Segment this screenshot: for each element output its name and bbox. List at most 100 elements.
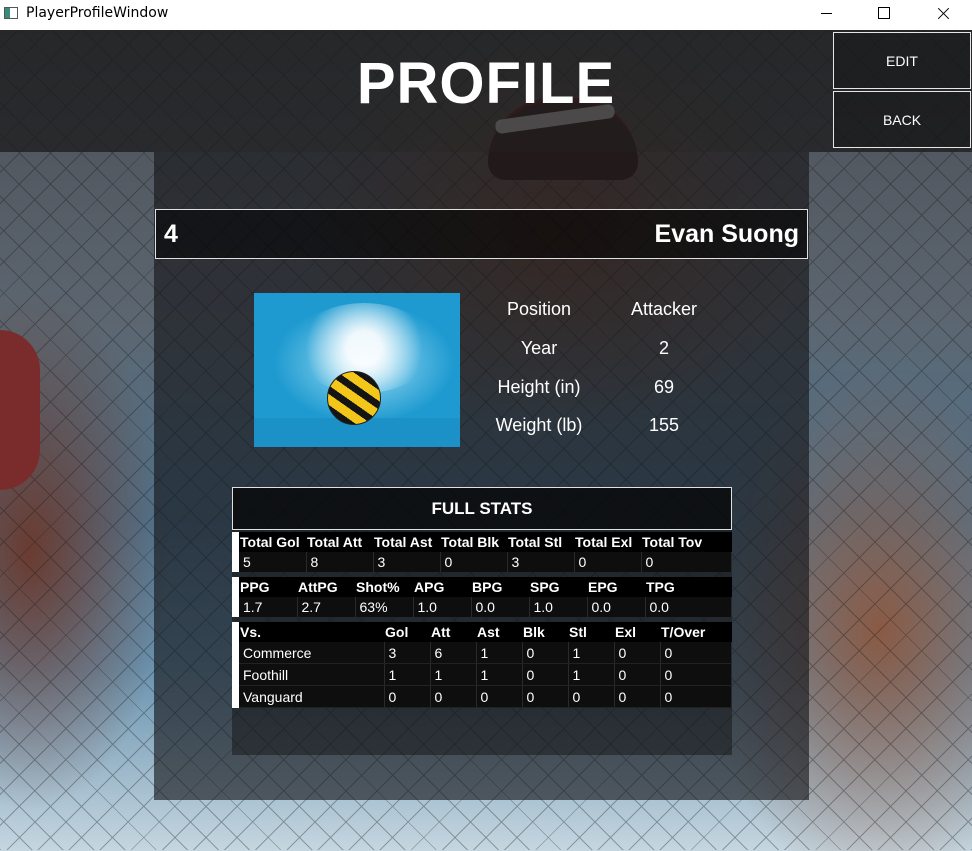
weight-label: Weight (lb) [495, 415, 583, 435]
edit-button[interactable]: EDIT [833, 32, 971, 89]
position-label: Position [506, 299, 572, 319]
column-header: Total Exl [574, 532, 641, 552]
table-cell[interactable]: 8 [306, 552, 374, 572]
column-header: Att [430, 622, 476, 642]
height-value: 69 [653, 377, 675, 397]
position-value: Attacker [630, 299, 698, 319]
table-cell[interactable]: 0 [430, 685, 477, 708]
table-cell[interactable]: 0 [614, 642, 661, 664]
table-cell[interactable]: 3 [507, 552, 575, 572]
column-header: TPG [645, 577, 732, 597]
table-cell[interactable]: 0 [660, 663, 732, 686]
table-cell[interactable]: 3 [373, 552, 441, 572]
table-cell[interactable]: 0.0 [645, 597, 732, 617]
maximize-icon[interactable] [855, 0, 913, 30]
column-header: Blk [522, 622, 568, 642]
table-cell[interactable]: 1 [430, 663, 477, 686]
table-cell[interactable]: 2.7 [297, 597, 356, 617]
versus-header-row: Vs. Gol Att Ast Blk Stl Exl T/Over [232, 622, 732, 642]
player-name-bar: 4 Evan Suong [155, 209, 808, 259]
full-stats-header: FULL STATS [232, 487, 732, 530]
column-header: Total Tov [641, 532, 732, 552]
table-cell[interactable]: 0 [614, 663, 661, 686]
averages-header-row: PPG AttPG Shot% APG BPG SPG EPG TPG [232, 577, 732, 617]
averages-table: PPG AttPG Shot% APG BPG SPG EPG TPG 1.7 … [232, 577, 732, 617]
column-header: Total Ast [373, 532, 440, 552]
opponent-name[interactable]: Commerce [239, 642, 385, 664]
table-row[interactable]: Commerce 3 6 1 0 1 0 0 [232, 642, 732, 664]
table-cell[interactable]: 1 [476, 663, 523, 686]
back-button[interactable]: BACK [833, 91, 971, 148]
table-cell[interactable]: 0.0 [471, 597, 530, 617]
table-row[interactable]: 1.7 2.7 63% 1.0 0.0 1.0 0.0 0.0 [232, 597, 732, 617]
height-label: Height (in) [497, 377, 581, 397]
column-header: Exl [614, 622, 660, 642]
table-cell[interactable]: 0 [568, 685, 615, 708]
table-cell[interactable]: 1.0 [529, 597, 588, 617]
weight-value: 155 [648, 415, 680, 435]
page-title: PROFILE [356, 51, 616, 116]
column-header: Total Stl [507, 532, 574, 552]
table-cell[interactable]: 1.7 [239, 597, 298, 617]
table-cell[interactable]: 0 [522, 642, 569, 664]
table-cell[interactable]: 0 [522, 663, 569, 686]
table-cell[interactable]: 5 [239, 552, 307, 572]
table-cell[interactable]: 0 [476, 685, 523, 708]
column-header: Total Gol [239, 532, 306, 552]
opponent-name[interactable]: Vanguard [239, 685, 385, 708]
close-icon[interactable] [913, 0, 971, 30]
year-value: 2 [658, 338, 669, 358]
column-header: Shot% [355, 577, 413, 597]
row-selector[interactable] [232, 663, 239, 686]
column-header: BPG [471, 577, 529, 597]
table-cell[interactable]: 63% [355, 597, 414, 617]
column-header: AttPG [297, 577, 355, 597]
table-cell[interactable]: 1 [568, 663, 615, 686]
table-cell[interactable]: 0 [384, 685, 431, 708]
table-cell[interactable]: 6 [430, 642, 477, 664]
table-cell[interactable]: 0 [660, 642, 732, 664]
totals-table: Total Gol Total Att Total Ast Total Blk … [232, 532, 732, 572]
totals-header-row: Total Gol Total Att Total Ast Total Blk … [232, 532, 732, 572]
column-header: Stl [568, 622, 614, 642]
column-header: EPG [587, 577, 645, 597]
column-header: Vs. [239, 622, 384, 642]
player-photo [254, 293, 460, 447]
table-cell[interactable]: 0 [660, 685, 732, 708]
table-row[interactable]: 5 8 3 0 3 0 0 [232, 552, 732, 572]
window-title: PlayerProfileWindow [26, 5, 169, 21]
table-cell[interactable]: 1 [384, 663, 431, 686]
player-number: 4 [164, 220, 178, 248]
column-header: Ast [476, 622, 522, 642]
water-polo-ball-graphic [327, 371, 381, 425]
app-icon [4, 7, 18, 19]
table-row[interactable]: Vanguard 0 0 0 0 0 0 0 [232, 685, 732, 708]
year-label: Year [520, 338, 558, 358]
row-selector[interactable] [232, 642, 239, 664]
row-selector [232, 532, 239, 572]
table-cell[interactable]: 1 [476, 642, 523, 664]
column-header: APG [413, 577, 471, 597]
table-cell[interactable]: 0 [641, 552, 732, 572]
table-cell[interactable]: 0 [614, 685, 661, 708]
window-titlebar: PlayerProfileWindow [0, 0, 972, 30]
minimize-icon[interactable] [797, 0, 855, 30]
column-header: SPG [529, 577, 587, 597]
column-header: Gol [384, 622, 430, 642]
table-cell[interactable]: 0.0 [587, 597, 646, 617]
row-selector [232, 622, 239, 642]
column-header: PPG [239, 577, 297, 597]
table-cell[interactable]: 1.0 [413, 597, 472, 617]
table-cell[interactable]: 1 [568, 642, 615, 664]
table-cell[interactable]: 3 [384, 642, 431, 664]
table-cell[interactable]: 0 [440, 552, 508, 572]
table-cell[interactable]: 0 [522, 685, 569, 708]
table-row[interactable]: Foothill 1 1 1 0 1 0 0 [232, 663, 732, 686]
player-name: Evan Suong [654, 220, 799, 248]
opponent-name[interactable]: Foothill [239, 663, 385, 686]
background-player [0, 330, 40, 490]
row-selector [232, 577, 239, 617]
column-header: Total Att [306, 532, 373, 552]
row-selector[interactable] [232, 685, 239, 708]
table-cell[interactable]: 0 [574, 552, 642, 572]
